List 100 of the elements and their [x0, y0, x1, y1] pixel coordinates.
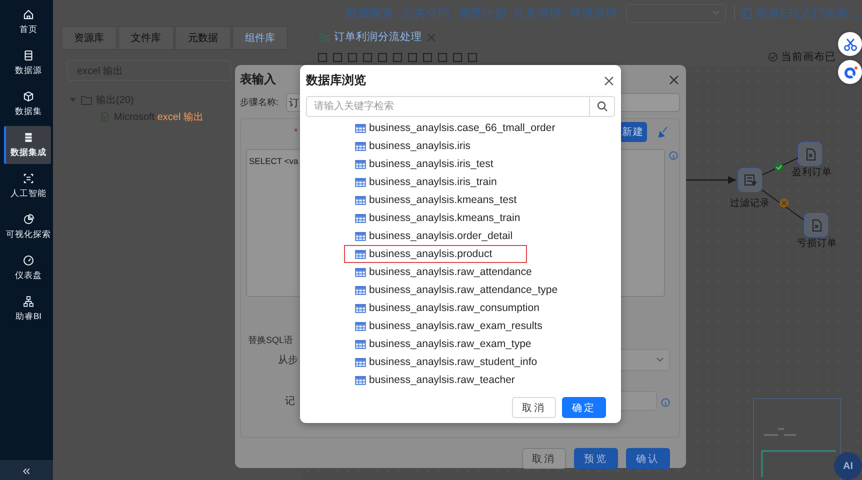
- sidebar-item[interactable]: 数据集成: [4, 126, 51, 164]
- field-label: 从步: [278, 354, 298, 367]
- table-name: business_anaylsis.raw_exam_results: [369, 320, 542, 332]
- dialog-title: 表输入: [240, 70, 276, 88]
- sidebar-item[interactable]: 助睿BI: [4, 290, 51, 328]
- toolbar-icon[interactable]: [392, 52, 403, 62]
- collapse-button[interactable]: «: [0, 460, 53, 480]
- toolbar-icon[interactable]: [407, 52, 418, 62]
- table-item[interactable]: business_anaylsis.product: [344, 245, 528, 263]
- table-item[interactable]: business_anaylsis.raw_attendance: [344, 263, 567, 281]
- space-select[interactable]: [626, 4, 726, 22]
- sidebar-item[interactable]: 首页: [4, 3, 51, 41]
- table-name: business_anaylsis.kmeans_train: [369, 212, 520, 224]
- cancel-button[interactable]: 取消: [512, 397, 556, 418]
- node-label: 过滤记录: [730, 197, 770, 210]
- toolbar-icon[interactable]: [332, 52, 343, 62]
- table-item[interactable]: business_anaylsis.raw_consumption: [344, 299, 574, 317]
- toolbar-icon[interactable]: [452, 52, 463, 62]
- table-name: business_anaylsis.raw_consumption: [369, 302, 540, 314]
- search-button[interactable]: [590, 96, 615, 117]
- table-item[interactable]: business_anaylsis.raw_attendance_type: [344, 281, 593, 299]
- search-field[interactable]: 请输入关键字检索: [306, 96, 590, 117]
- primary-button[interactable]: 确定: [562, 397, 606, 418]
- sidebar-item[interactable]: 数据集: [4, 85, 51, 123]
- table-item[interactable]: business_anaylsis.order_detail: [344, 227, 548, 245]
- primary-button[interactable]: 确认: [626, 448, 670, 469]
- table-name: business_anaylsis.iris_train: [369, 176, 497, 188]
- table-icon: [355, 322, 366, 330]
- field-label: 替换SQL语: [248, 334, 294, 347]
- info-icon[interactable]: [661, 398, 670, 406]
- table-name: business_anaylsis.raw_attendance_type: [369, 284, 558, 296]
- cancel-button[interactable]: 取消: [522, 448, 566, 469]
- chevron-icon: [712, 10, 720, 16]
- chat-button[interactable]: [838, 60, 862, 84]
- caret-icon[interactable]: [69, 96, 77, 104]
- toolbar-icon[interactable]: [362, 52, 373, 62]
- file-icon: [99, 112, 110, 122]
- field-label: 步骤名称:: [240, 96, 280, 109]
- new-button[interactable]: 新建: [619, 122, 647, 142]
- field-label: 记: [285, 395, 295, 408]
- table-icon: [355, 178, 366, 186]
- close-icon[interactable]: [426, 32, 437, 42]
- table-icon: [355, 232, 366, 240]
- table-name: business_anaylsis.raw_student_info: [369, 356, 538, 368]
- primary-button[interactable]: 预览: [574, 448, 618, 469]
- table-item[interactable]: business_anaylsis.raw_exam_type: [344, 335, 566, 353]
- toolbar-icon[interactable]: [377, 52, 388, 62]
- table-item[interactable]: business_anaylsis.kmeans_test: [344, 191, 552, 209]
- table-icon: [355, 160, 366, 168]
- flow-icon: [319, 32, 330, 42]
- table-name: business_anaylsis.order_detail: [369, 230, 513, 242]
- table-item[interactable]: business_anaylsis.raw_exam_results: [344, 317, 578, 335]
- table-icon: [355, 250, 366, 258]
- table-item[interactable]: business_anaylsis.case_66_tmall_order: [344, 119, 590, 137]
- table-icon: [355, 304, 366, 312]
- table-icon: [355, 214, 366, 222]
- toolbar-icon[interactable]: [422, 52, 433, 62]
- chat-icon: [842, 64, 858, 80]
- connector-line: [762, 190, 804, 220]
- sidebar-item[interactable]: 数据源: [4, 44, 51, 82]
- sidebar-icon: [22, 213, 35, 226]
- toolbar-icon[interactable]: [347, 52, 358, 62]
- library-tab[interactable]: 组件库: [232, 26, 288, 50]
- table-name: business_anaylsis.case_66_tmall_order: [369, 122, 556, 134]
- sidebar-item[interactable]: 仪表盘: [4, 249, 51, 287]
- scissors-button[interactable]: [838, 32, 862, 56]
- check-circle-icon: [768, 52, 778, 62]
- output-node[interactable]: [798, 142, 822, 166]
- sidebar-item[interactable]: 可视化探索: [4, 208, 51, 246]
- table-icon: [355, 358, 366, 366]
- project-name: 助睿ETL入门实验 ...: [734, 6, 862, 20]
- sidebar-icon: [22, 295, 35, 308]
- scissors-icon: [842, 36, 858, 52]
- close-button[interactable]: [668, 73, 680, 85]
- close-button[interactable]: [603, 74, 615, 86]
- output-node[interactable]: [804, 213, 828, 237]
- table-item[interactable]: business_anaylsis.raw_teacher: [344, 371, 550, 389]
- filter-node[interactable]: [738, 168, 762, 192]
- sidebar-item[interactable]: 人工智能: [4, 167, 51, 205]
- table-icon: [355, 340, 366, 348]
- failure-icon: [780, 198, 788, 208]
- table-icon: [355, 376, 366, 384]
- sidebar-icon: [22, 8, 35, 21]
- table-name: business_anaylsis.product: [369, 248, 492, 260]
- excel-file-icon: [810, 218, 822, 232]
- connector-arrow: [686, 176, 736, 184]
- table-item[interactable]: business_anaylsis.iris_test: [344, 155, 528, 173]
- chevron-icon: [656, 357, 664, 363]
- table-item[interactable]: business_anaylsis.iris_train: [344, 173, 532, 191]
- toolbar-icon[interactable]: [437, 52, 448, 62]
- info-icon[interactable]: [669, 151, 678, 160]
- node-label: 亏损订单: [797, 237, 837, 250]
- table-item[interactable]: business_anaylsis.kmeans_train: [344, 209, 556, 227]
- editor-tab[interactable]: 订单利润分流处理: [313, 26, 443, 48]
- table-item[interactable]: business_anaylsis.raw_student_info: [344, 353, 572, 371]
- table-item[interactable]: business_anaylsis.iris: [344, 137, 506, 155]
- table-icon: [355, 196, 366, 204]
- toolbar-icon[interactable]: [467, 52, 478, 62]
- toolbar-icon[interactable]: [317, 52, 328, 62]
- node-label: 盈利订单: [792, 166, 832, 179]
